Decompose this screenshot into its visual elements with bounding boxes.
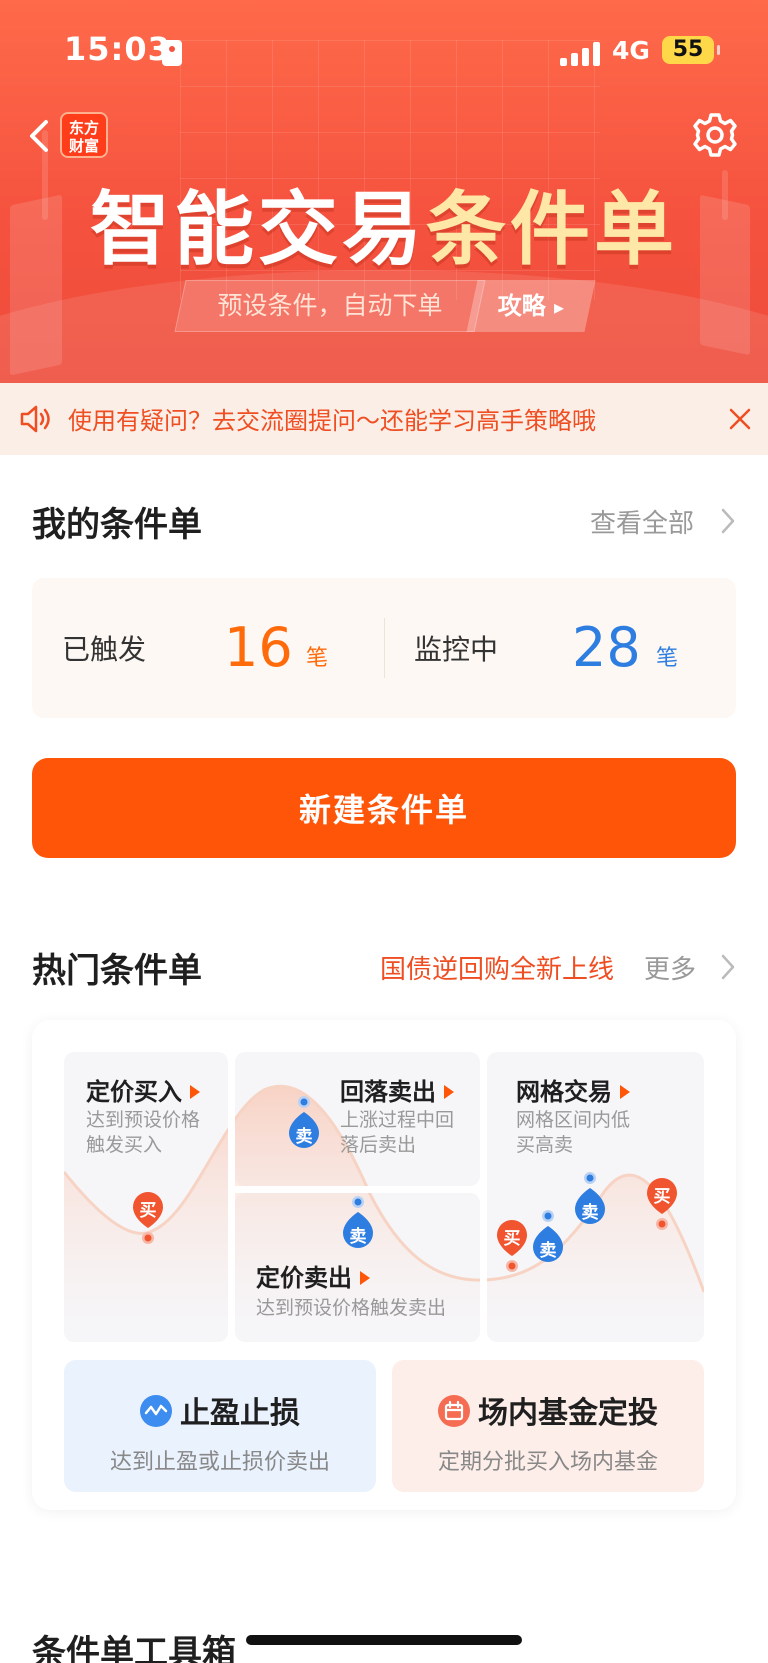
hero-subtitle-bar: 预设条件，自动下单 攻略 ▸ (174, 280, 596, 332)
strategy-title-text: 定价卖出 (256, 1264, 352, 1292)
buy-pin-icon: 买 (130, 1190, 166, 1244)
signal-icon (560, 42, 602, 66)
chevron-right-icon (721, 954, 735, 980)
buy-pin-icon: 买 (494, 1218, 530, 1272)
monitoring-count: 28 (572, 616, 641, 679)
play-triangle-icon (190, 1085, 200, 1099)
pin-label: 卖 (581, 1203, 599, 1223)
tool-title-text: 止盈止损 (180, 1396, 300, 1431)
pin-label: 卖 (295, 1127, 313, 1147)
pin-label: 买 (653, 1187, 671, 1207)
sell-pin-icon: 卖 (530, 1206, 566, 1266)
strategy-title-text: 定价买入 (86, 1078, 182, 1106)
take-profit-stop-loss-card[interactable]: 止盈止损 达到止盈或止损价卖出 (64, 1360, 376, 1492)
pin-label: 买 (503, 1229, 521, 1249)
promo-link[interactable]: 国债逆回购全新上线 (380, 949, 614, 986)
order-stats-panel: 已触发 16 笔 监控中 28 笔 (32, 578, 736, 718)
strategy-title-text: 网格交易 (516, 1078, 612, 1106)
hero-title: 智能交易条件单 (0, 165, 768, 281)
notice-bar[interactable]: 使用有疑问？去交流圈提问～还能学习高手策略哦 (0, 383, 768, 455)
buy-pin-icon: 买 (644, 1176, 680, 1230)
tool-desc: 定期分批买入场内基金 (437, 1450, 658, 1475)
logo-line1: 东方 (68, 119, 99, 137)
speaker-icon (20, 405, 50, 433)
hero-title-part2: 条件单 (426, 183, 678, 276)
strategy-desc-pullback-sell: 上涨过程中回 落后卖出 (340, 1109, 455, 1156)
tool-title-text: 场内基金定投 (478, 1396, 658, 1431)
network-type: 4G (612, 36, 650, 65)
guide-label-text: 攻略 (497, 292, 546, 320)
pin-label: 买 (139, 1201, 157, 1221)
calendar-icon (438, 1395, 470, 1427)
back-button[interactable] (22, 112, 58, 160)
new-order-button[interactable]: 新建条件单 (32, 758, 736, 858)
triggered-stat[interactable]: 已触发 16 笔 (32, 578, 384, 718)
brand-logo: 东方 财富 (60, 112, 108, 158)
settings-button[interactable] (690, 110, 740, 160)
sell-pin-icon: 卖 (572, 1168, 608, 1228)
chevron-left-icon (30, 120, 48, 152)
pin-label: 卖 (349, 1227, 367, 1247)
person-badge-icon (162, 40, 182, 66)
main-content: 我的条件单 查看全部 已触发 16 笔 监控中 28 笔 新建条件单 热门条件单… (0, 455, 768, 1663)
pin-label: 卖 (539, 1241, 557, 1261)
tool-title: 场内基金定投 (392, 1388, 704, 1432)
sell-pin-icon: 卖 (340, 1192, 376, 1252)
play-triangle-icon: ▸ (554, 295, 565, 319)
notice-text: 使用有疑问？去交流圈提问～还能学习高手策略哦 (68, 407, 596, 435)
sell-pin-icon: 卖 (286, 1092, 322, 1152)
view-all-label: 查看全部 (590, 509, 695, 539)
hero-subtitle-text: 预设条件，自动下单 (217, 291, 443, 320)
triggered-count: 16 (224, 616, 293, 679)
monitoring-label: 监控中 (414, 633, 499, 666)
status-time: 15:03 (64, 30, 171, 68)
strategy-title-grid-trading: 网格交易 (516, 1072, 630, 1107)
toolbox-title: 条件单工具箱 (32, 1633, 236, 1663)
hero-banner: 15:03 4G 55 东方 财富 智能交易条件单 预设条件，自动下单 攻略 ▸ (0, 0, 768, 383)
fund-auto-invest-card[interactable]: 场内基金定投 定期分批买入场内基金 (392, 1360, 704, 1492)
home-indicator[interactable] (246, 1635, 522, 1645)
status-bar: 15:03 4G 55 (0, 0, 768, 100)
strategy-desc-fixed-sell: 达到预设价格触发卖出 (256, 1297, 447, 1319)
guide-label: 攻略 ▸ (472, 280, 590, 333)
guide-button[interactable]: 攻略 ▸ (466, 280, 596, 333)
tool-desc: 达到止盈或止损价卖出 (109, 1450, 330, 1475)
monitoring-stat[interactable]: 监控中 28 笔 (384, 578, 736, 718)
tool-title: 止盈止损 (64, 1388, 376, 1432)
trend-wave-icon (140, 1395, 172, 1427)
hot-orders-card: 定价买入 达到预设价格 触发买入 回落卖出 上涨过程中回 落后卖出 网格交易 网… (32, 1020, 736, 1510)
hot-orders-title: 热门条件单 (32, 951, 202, 991)
battery-icon: 55 (662, 36, 720, 64)
monitoring-unit: 笔 (656, 646, 679, 671)
hero-title-part1: 智能交易 (90, 183, 426, 276)
close-icon[interactable] (726, 405, 754, 433)
more-link[interactable]: 更多 (640, 941, 740, 991)
strategy-grid: 定价买入 达到预设价格 触发买入 回落卖出 上涨过程中回 落后卖出 网格交易 网… (64, 1052, 704, 1342)
strategy-title-text: 回落卖出 (340, 1078, 436, 1106)
strategy-title-pullback-sell: 回落卖出 (340, 1072, 454, 1107)
hero-subtitle: 预设条件，自动下单 (174, 280, 486, 332)
strategy-desc-fixed-buy: 达到预设价格 触发买入 (86, 1109, 201, 1156)
my-orders-title: 我的条件单 (32, 505, 202, 545)
chevron-right-icon (721, 508, 735, 534)
play-triangle-icon (620, 1085, 630, 1099)
logo-line2: 财富 (68, 137, 99, 155)
strategy-desc-grid-trading: 网格区间内低 买高卖 (516, 1109, 631, 1156)
strategy-title-fixed-sell: 定价卖出 (256, 1258, 370, 1293)
triggered-unit: 笔 (306, 646, 329, 671)
play-triangle-icon (360, 1271, 370, 1285)
view-all-link[interactable]: 查看全部 (588, 495, 738, 545)
gear-icon (693, 113, 737, 157)
play-triangle-icon (444, 1085, 454, 1099)
strategy-title-fixed-buy: 定价买入 (86, 1072, 200, 1107)
triggered-label: 已触发 (62, 633, 147, 666)
more-label: 更多 (644, 955, 697, 985)
